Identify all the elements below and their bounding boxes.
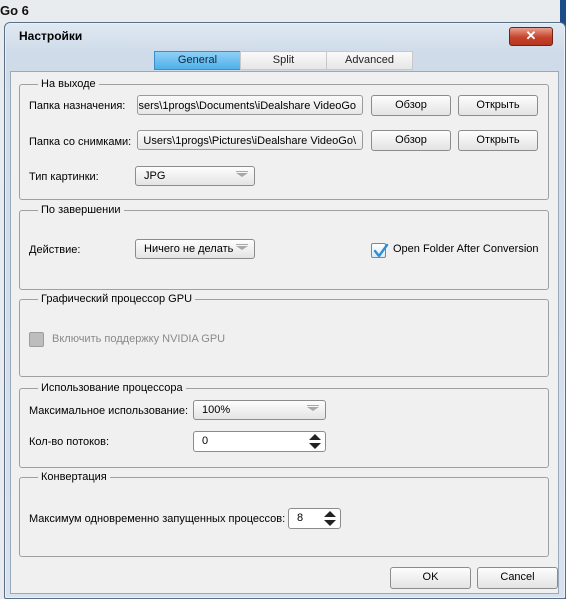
checkmark-icon [373,243,389,258]
threads-value: 0 [202,435,209,447]
max-processes-label: Максимум одновременно запущенных процесс… [29,513,286,525]
close-icon: ✕ [525,28,537,43]
dropdown-line-icon [236,171,248,172]
tab-general[interactable]: General [154,51,241,70]
settings-dialog: Настройки ✕ General Split Advanced На вы… [4,22,566,599]
image-type-label: Тип картинки: [29,171,99,183]
gpu-support-label: Включить поддержку NVIDIA GPU [52,333,226,345]
dest-folder-label: Папка назначения: [29,100,126,112]
dialog-content: На выходе Папка назначения: sers\1progs\… [10,71,559,594]
max-usage-select[interactable]: 100% [193,400,326,420]
cpu-group-title: Использование процессора [38,382,186,394]
output-group: На выходе Папка назначения: sers\1progs\… [19,78,549,200]
image-type-select[interactable]: JPG [135,166,255,186]
output-group-title: На выходе [38,78,99,90]
tab-split[interactable]: Split [240,51,327,70]
snapshot-open-button[interactable]: Открыть [458,130,538,151]
cancel-button[interactable]: Cancel [477,567,558,589]
background-app-title: Go 6 [0,3,29,18]
spin-down-icon[interactable] [324,520,336,526]
chevron-down-icon [236,173,248,177]
dest-folder-path[interactable]: sers\1progs\Documents\iDealshare VideoGo [137,95,363,115]
spin-up-icon[interactable] [324,511,336,517]
snapshot-folder-path[interactable]: \Users\1progs\Pictures\iDealshare VideoG… [137,130,363,150]
ok-button[interactable]: OK [390,567,471,589]
chevron-down-icon [307,407,319,411]
tab-bar: General Split Advanced [154,51,413,70]
tab-advanced[interactable]: Advanced [326,51,413,70]
dest-browse-button[interactable]: Обзор [371,95,451,116]
spin-up-icon[interactable] [309,434,321,440]
conversion-group-title: Конвертация [38,471,110,483]
dialog-title: Настройки [19,29,83,43]
action-label: Действие: [29,244,81,256]
max-usage-value: 100% [202,404,231,416]
completion-group: По завершении Действие: Ничего не делать… [19,204,549,290]
open-folder-checkbox[interactable] [371,243,389,258]
spin-down-icon[interactable] [309,443,321,449]
chevron-down-icon [236,246,248,250]
threads-label: Кол-во потоков: [29,436,110,448]
max-processes-spinner[interactable]: 8 [288,508,341,529]
action-value: Ничего не делать [144,243,234,255]
max-usage-label: Максимальное использование: [29,405,189,417]
cpu-group: Использование процессора Максимальное ис… [19,382,549,468]
conversion-group: Конвертация Максимум одновременно запуще… [19,471,549,557]
gpu-group: Графический процессор GPU Включить подде… [19,293,549,377]
dropdown-line-icon [307,405,319,406]
snapshot-browse-button[interactable]: Обзор [371,130,451,151]
snapshot-folder-label: Папка со снимками: [29,136,132,148]
dropdown-line-icon [236,244,248,245]
image-type-value: JPG [144,170,166,182]
completion-group-title: По завершении [38,204,124,216]
action-select[interactable]: Ничего не делать [135,239,255,259]
max-processes-value: 8 [297,512,304,524]
gpu-group-title: Графический процессор GPU [38,293,196,305]
dest-open-button[interactable]: Открыть [458,95,538,116]
gpu-support-checkbox[interactable] [29,332,44,347]
close-button[interactable]: ✕ [509,27,553,46]
open-folder-label: Open Folder After Conversion [393,243,539,255]
threads-spinner[interactable]: 0 [193,431,326,452]
